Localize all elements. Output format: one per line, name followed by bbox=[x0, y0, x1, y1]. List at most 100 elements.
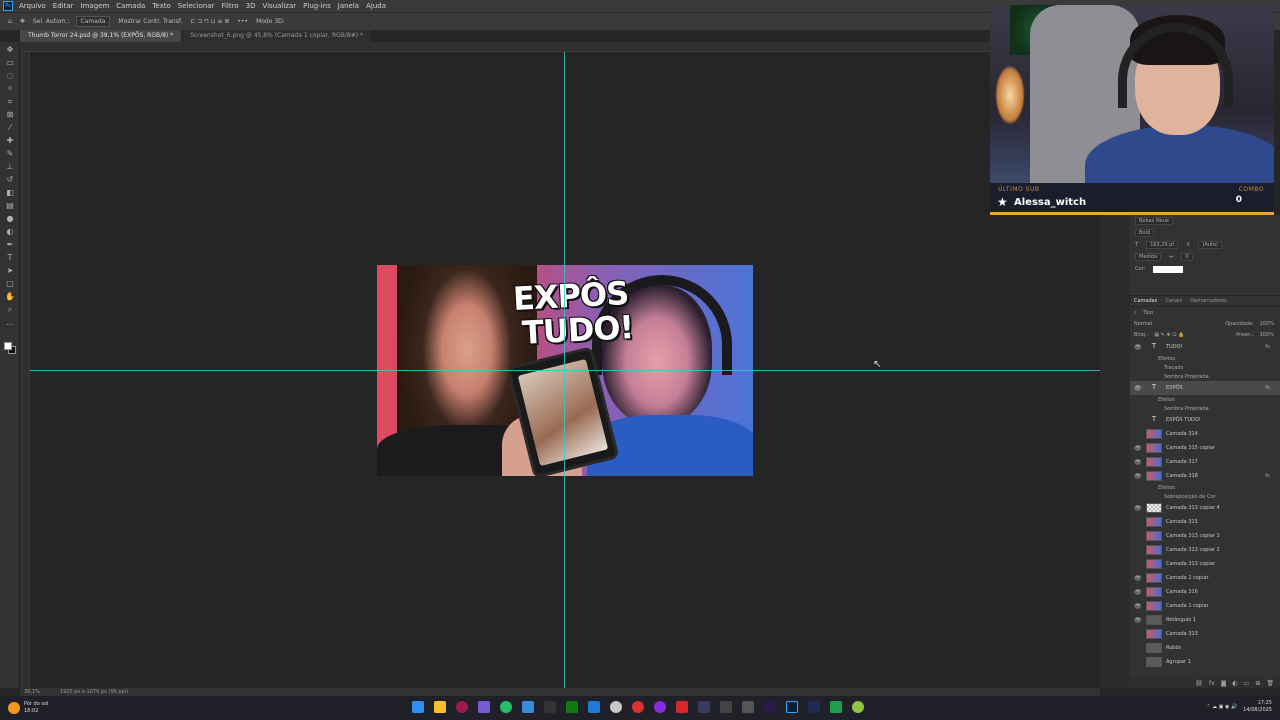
app-green-icon[interactable] bbox=[852, 701, 864, 713]
home-icon[interactable]: ⌂ bbox=[8, 18, 12, 25]
layer-row[interactable]: 👁 Camada 315 copiar bbox=[1130, 441, 1280, 455]
stream-deck-icon[interactable] bbox=[742, 701, 754, 713]
group-icon[interactable]: ▭ bbox=[1244, 680, 1250, 687]
layer-row[interactable]: 👁 Camada 1 copiar bbox=[1130, 571, 1280, 585]
menu-item-texto[interactable]: Texto bbox=[152, 2, 170, 10]
path-select-icon[interactable]: ➤ bbox=[4, 266, 16, 276]
settings-icon[interactable] bbox=[720, 701, 732, 713]
fx-icon[interactable]: fx bbox=[1265, 344, 1270, 350]
menu-item-3d[interactable]: 3D bbox=[246, 2, 256, 10]
visibility-eye-icon[interactable]: 👁 bbox=[1134, 575, 1142, 582]
layer-row[interactable]: 👁 Camada 1 copiar bbox=[1130, 599, 1280, 613]
layer-row[interactable]: 👁 Camada 313 copiar 4 bbox=[1130, 501, 1280, 515]
visibility-eye-icon[interactable]: 👁 bbox=[1134, 603, 1142, 610]
adjustment-icon[interactable]: ◐ bbox=[1232, 680, 1237, 687]
menu-item-camada[interactable]: Camada bbox=[116, 2, 145, 10]
clone-stamp-icon[interactable]: ⊥ bbox=[4, 162, 16, 172]
layer-row[interactable]: Agrupar 1 bbox=[1130, 655, 1280, 669]
align-icons[interactable]: ⊏ ⊐ ⊓ ⊔ ≡ ≣ bbox=[190, 18, 229, 25]
sheets-icon[interactable] bbox=[830, 701, 842, 713]
type-tool-icon[interactable]: T bbox=[4, 253, 16, 263]
vscode-icon[interactable] bbox=[698, 701, 710, 713]
dodge-tool-icon[interactable]: ◐ bbox=[4, 227, 16, 237]
premiere-icon[interactable] bbox=[764, 701, 776, 713]
telegram-icon[interactable] bbox=[522, 701, 534, 713]
menu-item-selecionar[interactable]: Selecionar bbox=[178, 2, 215, 10]
layer-row[interactable]: 👁 Camada 318 fx bbox=[1130, 469, 1280, 483]
tray-icons[interactable]: ⌃ ☁ ▣ ◉ 🔊 bbox=[1206, 704, 1237, 710]
auto-select-checkbox[interactable]: Sel. Autom.: bbox=[33, 18, 70, 25]
menu-item-filtro[interactable]: Filtro bbox=[221, 2, 238, 10]
layer-row[interactable]: 👁 Camada 316 bbox=[1130, 585, 1280, 599]
layer-effect-item[interactable]: Sobreposição de Cor bbox=[1130, 492, 1280, 501]
history-brush-icon[interactable]: ↺ bbox=[4, 175, 16, 185]
menu-item-plugins[interactable]: Plug-ins bbox=[303, 2, 331, 10]
blend-mode-select[interactable]: Normal bbox=[1134, 321, 1152, 327]
visibility-eye-icon[interactable]: 👁 bbox=[1134, 385, 1142, 392]
crop-tool-icon[interactable]: ⌗ bbox=[4, 97, 16, 107]
layer-effect-item[interactable]: Sombra Projetada bbox=[1130, 372, 1280, 381]
layer-effect-item[interactable]: Efeitos bbox=[1130, 483, 1280, 492]
layer-effect-item[interactable]: Efeitos bbox=[1130, 354, 1280, 363]
app-icon[interactable] bbox=[456, 701, 468, 713]
magic-wand-icon[interactable]: ✧ bbox=[4, 84, 16, 94]
menu-item-arquivo[interactable]: Arquivo bbox=[19, 2, 46, 10]
browser-icon[interactable] bbox=[632, 701, 644, 713]
menu-item-imagem[interactable]: Imagem bbox=[81, 2, 110, 10]
more-tools-icon[interactable]: … bbox=[4, 318, 16, 328]
brush-tool-icon[interactable]: ✎ bbox=[4, 149, 16, 159]
pen-tool-icon[interactable]: ✒ bbox=[4, 240, 16, 250]
visibility-eye-icon[interactable]: 👁 bbox=[1134, 344, 1142, 351]
layer-row[interactable]: Camada 315 bbox=[1130, 515, 1280, 529]
hand-tool-icon[interactable]: ✋ bbox=[4, 292, 16, 302]
layer-row[interactable]: 👁 Retângulo 1 bbox=[1130, 613, 1280, 627]
tracking-field[interactable]: 0 bbox=[1181, 253, 1193, 261]
mask-icon[interactable]: ◙ bbox=[1221, 680, 1227, 687]
foreground-color-swatch[interactable] bbox=[4, 342, 12, 350]
visibility-eye-icon[interactable]: 👁 bbox=[1134, 589, 1142, 596]
tab-demarcadores[interactable]: Demarcadores bbox=[1190, 298, 1226, 304]
discord-icon[interactable] bbox=[478, 701, 490, 713]
healing-brush-icon[interactable]: ✚ bbox=[4, 136, 16, 146]
tab-camadas[interactable]: Camadas bbox=[1134, 298, 1157, 304]
layer-row[interactable]: T EXPÔS TUDO! bbox=[1130, 413, 1280, 427]
weather-widget[interactable]: Pôr do sol 18:02 bbox=[8, 701, 48, 715]
lasso-tool-icon[interactable]: ◌ bbox=[4, 71, 16, 81]
lock-icons[interactable]: ▦ ✎ ✥ ⊡ 🔒 bbox=[1154, 332, 1184, 338]
menu-item-ajuda[interactable]: Ajuda bbox=[366, 2, 386, 10]
layer-row[interactable]: 👁 Camada 317 bbox=[1130, 455, 1280, 469]
fill-field[interactable]: 100% bbox=[1260, 332, 1274, 338]
eraser-icon[interactable]: ◧ bbox=[4, 188, 16, 198]
layer-row[interactable]: Camada 313 copiar bbox=[1130, 557, 1280, 571]
battlenet-icon[interactable] bbox=[588, 701, 600, 713]
chrome-icon[interactable] bbox=[610, 701, 622, 713]
visibility-eye-icon[interactable]: 👁 bbox=[1134, 473, 1142, 480]
file-explorer-icon[interactable] bbox=[434, 701, 446, 713]
horizontal-guide[interactable] bbox=[30, 370, 1100, 371]
menu-item-visualizar[interactable]: Visualizar bbox=[262, 2, 296, 10]
acrobat-icon[interactable] bbox=[676, 701, 688, 713]
tab-canais[interactable]: Canais bbox=[1165, 298, 1182, 304]
visibility-eye-icon[interactable]: 👁 bbox=[1134, 617, 1142, 624]
new-layer-icon[interactable]: ⊞ bbox=[1255, 680, 1260, 687]
obs-icon[interactable] bbox=[544, 701, 556, 713]
zoom-level[interactable]: 39,1% bbox=[24, 689, 40, 695]
trash-icon[interactable]: 🗑 bbox=[1266, 680, 1274, 687]
font-size-field[interactable]: 163,29 pt bbox=[1146, 241, 1179, 249]
clock[interactable]: 17:25 14/08/2025 bbox=[1243, 700, 1272, 714]
tab-thumb-torror[interactable]: Thumb Torror 24.psd @ 39,1% (EXPÔS, RGB/… bbox=[20, 30, 183, 42]
menu-item-janela[interactable]: Janela bbox=[338, 2, 359, 10]
font-family-select[interactable]: Bebas Neue bbox=[1135, 217, 1173, 225]
text-color-swatch[interactable] bbox=[1153, 265, 1184, 273]
layer-row[interactable]: Robôs bbox=[1130, 641, 1280, 655]
layer-effect-item[interactable]: Sombra Projetada bbox=[1130, 404, 1280, 413]
opacity-field[interactable]: 100% bbox=[1260, 321, 1274, 327]
eyedropper-icon[interactable]: ⁄ bbox=[4, 123, 16, 133]
layer-row[interactable]: Camada 313 copiar 3 bbox=[1130, 529, 1280, 543]
move-tool-icon[interactable]: ✥ bbox=[20, 18, 25, 25]
visibility-eye-icon[interactable]: 👁 bbox=[1134, 459, 1142, 466]
blur-tool-icon[interactable]: ● bbox=[4, 214, 16, 224]
photoshop-taskbar-icon[interactable] bbox=[786, 701, 798, 713]
rectangle-tool-icon[interactable]: □ bbox=[4, 279, 16, 289]
move-tool-icon[interactable]: ✥ bbox=[4, 45, 16, 55]
